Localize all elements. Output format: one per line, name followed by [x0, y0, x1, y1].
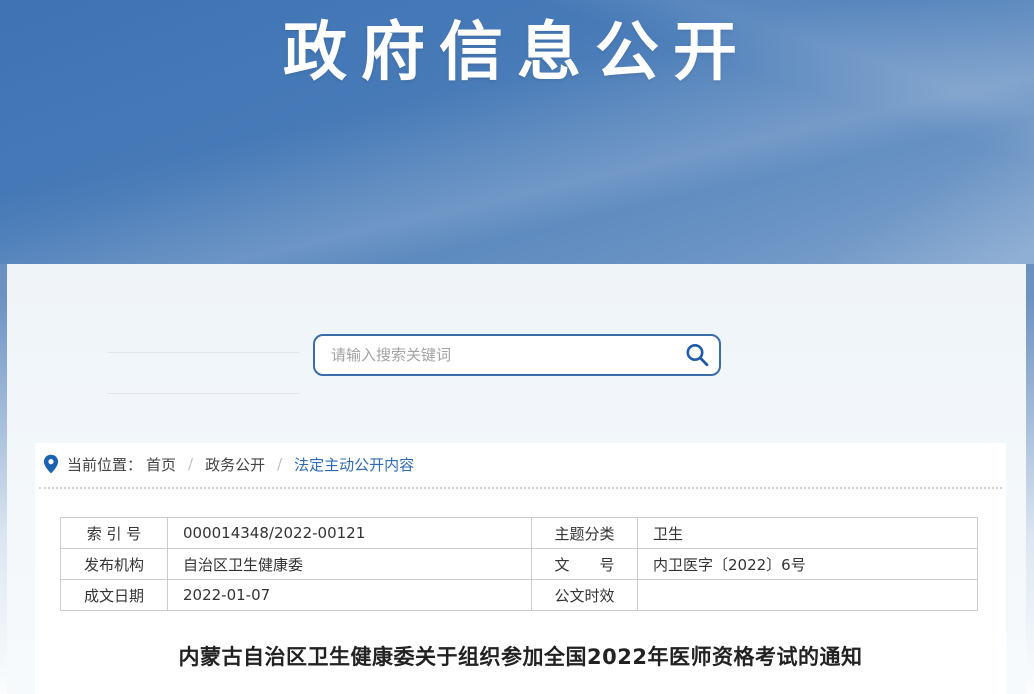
- meta-label-doc-number: 文 号: [532, 549, 638, 580]
- meta-label-topic-category: 主题分类: [532, 518, 638, 549]
- content-panel: 当前位置： 首页 / 政务公开 / 法定主动公开内容 索 引 号 0000143…: [7, 264, 1026, 694]
- breadcrumb-separator: /: [188, 455, 193, 473]
- article-title: 内蒙古自治区卫生健康委关于组织参加全国2022年医师资格考试的通知: [35, 641, 1006, 671]
- meta-value-validity: [638, 580, 978, 611]
- search-button[interactable]: [675, 336, 719, 374]
- meta-value-written-date: 2022-01-07: [168, 580, 532, 611]
- header-banner: 政府信息公开: [0, 0, 1034, 264]
- meta-label-issuing-agency: 发布机构: [61, 549, 168, 580]
- meta-label-index-number: 索 引 号: [61, 518, 168, 549]
- breadcrumb-item-gov-disclosure[interactable]: 政务公开: [205, 454, 265, 475]
- location-pin-icon: [43, 454, 59, 474]
- search-icon: [683, 341, 711, 369]
- divider-line: [107, 393, 300, 394]
- document-meta-table: 索 引 号 000014348/2022-00121 主题分类 卫生 发布机构 …: [60, 517, 978, 611]
- table-row: 发布机构 自治区卫生健康委 文 号 内卫医字〔2022〕6号: [61, 549, 978, 580]
- breadcrumb-separator: /: [277, 455, 282, 473]
- breadcrumb-item-current[interactable]: 法定主动公开内容: [294, 454, 414, 475]
- breadcrumb-label: 当前位置：: [67, 454, 142, 475]
- page-title: 政府信息公开: [0, 18, 1034, 88]
- table-row: 索 引 号 000014348/2022-00121 主题分类 卫生: [61, 518, 978, 549]
- dotted-divider: [39, 487, 1002, 489]
- page-root: 政府信息公开: [0, 0, 1034, 694]
- search-input[interactable]: [315, 337, 675, 373]
- table-row: 成文日期 2022-01-07 公文时效: [61, 580, 978, 611]
- meta-label-written-date: 成文日期: [61, 580, 168, 611]
- meta-label-validity: 公文时效: [532, 580, 638, 611]
- meta-value-topic-category: 卫生: [638, 518, 978, 549]
- meta-value-issuing-agency: 自治区卫生健康委: [168, 549, 532, 580]
- meta-value-doc-number: 内卫医字〔2022〕6号: [638, 549, 978, 580]
- divider-line: [107, 352, 300, 353]
- breadcrumb-item-home[interactable]: 首页: [146, 454, 176, 475]
- meta-value-index-number: 000014348/2022-00121: [168, 518, 532, 549]
- search-box: [313, 334, 721, 376]
- article-card: 当前位置： 首页 / 政务公开 / 法定主动公开内容 索 引 号 0000143…: [35, 443, 1006, 694]
- breadcrumb: 当前位置： 首页 / 政务公开 / 法定主动公开内容: [39, 449, 996, 479]
